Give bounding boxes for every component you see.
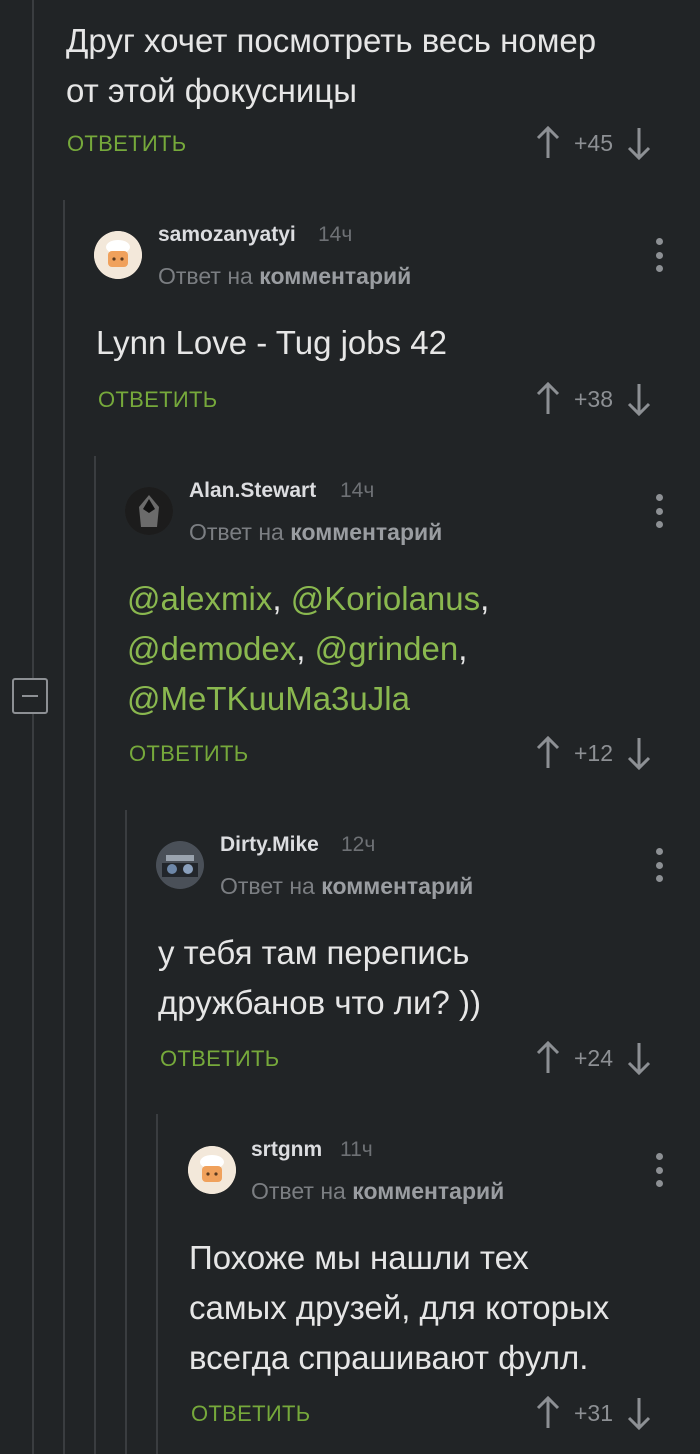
- rating: +38: [574, 385, 614, 412]
- thread-line: [156, 1114, 158, 1454]
- upvote-icon[interactable]: [536, 382, 560, 416]
- more-options-icon[interactable]: [654, 848, 664, 882]
- thread-line: [32, 0, 34, 1454]
- vote-block: +45: [536, 126, 651, 160]
- username[interactable]: srtgnm: [251, 1138, 322, 1162]
- comment-text: Похоже мы нашли тех самых друзей, для ко…: [189, 1239, 610, 1376]
- rating: +45: [574, 129, 614, 156]
- downvote-icon[interactable]: [627, 126, 651, 160]
- upvote-icon[interactable]: [536, 1041, 560, 1075]
- reply-to: Ответ на комментарий: [251, 1178, 505, 1204]
- downvote-icon[interactable]: [627, 736, 651, 770]
- downvote-icon[interactable]: [627, 1041, 651, 1075]
- reply-to-link[interactable]: комментарий: [321, 873, 473, 899]
- comment-text: Друг хочет посмотреть весь номер от этой…: [66, 22, 597, 109]
- vote-block: +12: [536, 736, 651, 770]
- reply-to-link[interactable]: комментарий: [352, 1178, 504, 1204]
- username[interactable]: Dirty.Mike: [220, 833, 319, 857]
- cook-hat-avatar[interactable]: [188, 1146, 236, 1194]
- reply-button[interactable]: ОТВЕТИТЬ: [98, 387, 217, 413]
- reply-button[interactable]: ОТВЕТИТЬ: [160, 1046, 279, 1072]
- reply-to-link[interactable]: комментарий: [259, 263, 411, 289]
- reply-button[interactable]: ОТВЕТИТЬ: [67, 131, 186, 157]
- reply-to: Ответ на комментарий: [220, 873, 474, 899]
- mention-link[interactable]: @demodex: [127, 630, 296, 667]
- mention-link[interactable]: @MeTKuuMa3uJla: [127, 680, 410, 717]
- username[interactable]: Alan.Stewart: [189, 479, 316, 503]
- downvote-icon[interactable]: [627, 382, 651, 416]
- more-options-icon[interactable]: [654, 1153, 664, 1187]
- comment-text: Lynn Love - Tug jobs 42: [96, 324, 448, 361]
- rating: +24: [574, 1044, 614, 1071]
- rating: +12: [574, 739, 614, 766]
- username[interactable]: samozanyatyi: [158, 223, 296, 247]
- more-options-icon[interactable]: [654, 494, 664, 528]
- timestamp: 12ч: [341, 833, 376, 856]
- mention-link[interactable]: @grinden: [315, 630, 459, 667]
- vote-block: +31: [536, 1396, 651, 1430]
- thread-line: [125, 810, 127, 1454]
- thread-line: [94, 456, 96, 1454]
- mention-link[interactable]: @alexmix: [127, 580, 272, 617]
- timestamp: 14ч: [340, 479, 375, 502]
- rating: +31: [574, 1399, 614, 1426]
- upvote-icon[interactable]: [536, 1396, 560, 1430]
- assassin-avatar[interactable]: [125, 487, 173, 535]
- upvote-icon[interactable]: [536, 126, 560, 160]
- comment-text: @alexmix, @Koriolanus, @demodex, @grinde…: [127, 580, 490, 717]
- vote-block: +24: [536, 1041, 651, 1075]
- comment-text: у тебя там перепись дружбанов что ли? )): [158, 934, 481, 1021]
- reply-to-link[interactable]: комментарий: [290, 519, 442, 545]
- cook-hat-avatar[interactable]: [94, 231, 142, 279]
- reply-to: Ответ на комментарий: [189, 519, 443, 545]
- reply-to: Ответ на комментарий: [158, 263, 412, 289]
- photo-avatar[interactable]: [156, 841, 204, 889]
- thread-line: [63, 200, 65, 1454]
- timestamp: 11ч: [340, 1138, 373, 1161]
- downvote-icon[interactable]: [627, 1396, 651, 1430]
- timestamp: 14ч: [318, 223, 353, 246]
- reply-button[interactable]: ОТВЕТИТЬ: [129, 741, 248, 767]
- collapse-thread-button[interactable]: [12, 678, 48, 714]
- mention-link[interactable]: @Koriolanus: [291, 580, 480, 617]
- more-options-icon[interactable]: [654, 238, 664, 272]
- upvote-icon[interactable]: [536, 736, 560, 770]
- reply-button[interactable]: ОТВЕТИТЬ: [191, 1401, 310, 1427]
- vote-block: +38: [536, 382, 651, 416]
